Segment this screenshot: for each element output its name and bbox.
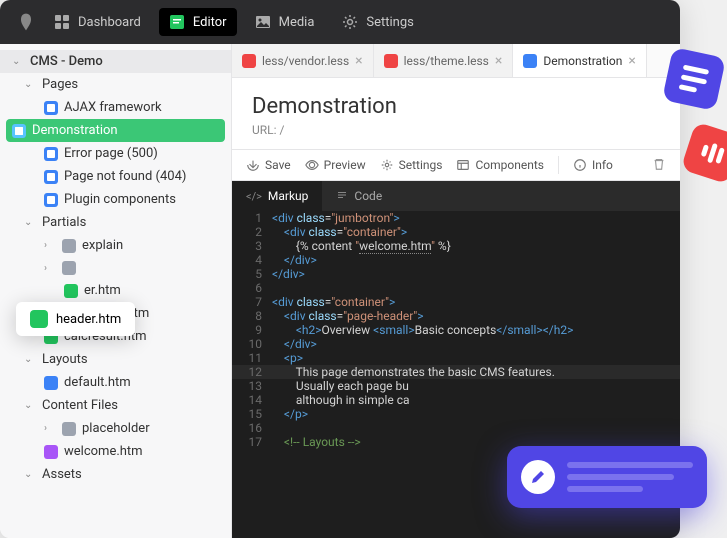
nav-settings[interactable]: Settings (332, 8, 423, 36)
media-icon (255, 14, 271, 30)
app-logo-icon (16, 12, 36, 32)
tree-folder-hidden[interactable] (0, 257, 231, 279)
components-button[interactable]: Components (456, 158, 544, 172)
toolbar-separator (558, 156, 559, 174)
less-icon (242, 54, 256, 68)
tree-content[interactable]: Content Files (0, 394, 231, 417)
info-button[interactable]: Info (573, 158, 613, 172)
file-tabs: less/vendor.less× less/theme.less× Demon… (232, 44, 680, 78)
partial-icon (30, 310, 48, 328)
decorative-card-chart (680, 121, 727, 184)
nav-editor[interactable]: Editor (159, 8, 237, 36)
page-icon (12, 124, 26, 138)
tree-page-plugin[interactable]: Plugin components (0, 188, 231, 211)
code-tab[interactable]: Code (322, 181, 396, 211)
tree-folder-explain[interactable]: explain (0, 234, 231, 257)
tree-page-demonstration[interactable]: Demonstration (6, 119, 225, 142)
page-title: Demonstration (252, 94, 660, 119)
editor-tabs: </>Markup Code (232, 181, 680, 211)
content-icon (44, 445, 58, 459)
tree-partials[interactable]: Partials (0, 211, 231, 234)
tab-close-icon[interactable]: × (495, 53, 502, 69)
floating-file-tag[interactable]: header.htm (16, 302, 135, 336)
tab-close-icon[interactable]: × (355, 53, 362, 69)
partial-icon (64, 284, 78, 298)
nav-dashboard[interactable]: Dashboard (44, 8, 151, 36)
page-url: URL: / (252, 123, 660, 137)
tree-layouts[interactable]: Layouts (0, 348, 231, 371)
settings-icon (342, 14, 358, 30)
preview-button[interactable]: Preview (305, 158, 366, 172)
dashboard-icon (54, 14, 70, 30)
nav-editor-label: Editor (193, 15, 227, 30)
tab-vendor-less[interactable]: less/vendor.less× (232, 44, 374, 77)
page-header: Demonstration URL: / (232, 78, 680, 149)
folder-icon (62, 422, 76, 436)
pencil-icon (521, 460, 555, 494)
sidebar: CMS - Demo Pages AJAX framework Demonstr… (0, 44, 232, 538)
markup-tab[interactable]: </>Markup (232, 181, 322, 211)
layout-icon (44, 376, 58, 390)
tree-root[interactable]: CMS - Demo (0, 50, 231, 73)
page-icon (44, 147, 58, 161)
tab-close-icon[interactable]: × (628, 53, 635, 69)
decorative-card-document (662, 47, 726, 111)
nav-media-label: Media (279, 15, 315, 30)
tree-partial-trunc[interactable]: er.htm (0, 279, 231, 302)
less-icon (384, 54, 398, 68)
top-navigation: Dashboard Editor Media Settings (0, 0, 680, 44)
tree-page-404[interactable]: Page not found (404) (0, 165, 231, 188)
folder-icon (62, 261, 76, 275)
page-toolbar: Save Preview Settings Components Info (232, 149, 680, 181)
tree-pages[interactable]: Pages (0, 73, 231, 96)
nav-dashboard-label: Dashboard (78, 15, 141, 30)
tree-folder-placeholder[interactable]: placeholder (0, 417, 231, 440)
tab-demonstration[interactable]: Demonstration× (513, 44, 647, 77)
save-button[interactable]: Save (246, 158, 291, 172)
settings-button[interactable]: Settings (380, 158, 443, 172)
page-icon (523, 54, 537, 68)
page-icon (44, 170, 58, 184)
page-icon (44, 101, 58, 115)
code-icon (336, 189, 348, 204)
tree-assets[interactable]: Assets (0, 463, 231, 486)
decorative-note-card (507, 446, 707, 508)
tree-page-error[interactable]: Error page (500) (0, 142, 231, 165)
page-icon (44, 193, 58, 207)
nav-media[interactable]: Media (245, 8, 325, 36)
delete-button[interactable] (652, 157, 666, 174)
tree-content-welcome[interactable]: welcome.htm (0, 440, 231, 463)
nav-settings-label: Settings (366, 15, 413, 30)
markup-icon: </> (246, 190, 262, 203)
editor-icon (169, 14, 185, 30)
tree-layout-default[interactable]: default.htm (0, 371, 231, 394)
tab-theme-less[interactable]: less/theme.less× (374, 44, 514, 77)
tree-page-ajax[interactable]: AJAX framework (0, 96, 231, 119)
folder-icon (62, 239, 76, 253)
